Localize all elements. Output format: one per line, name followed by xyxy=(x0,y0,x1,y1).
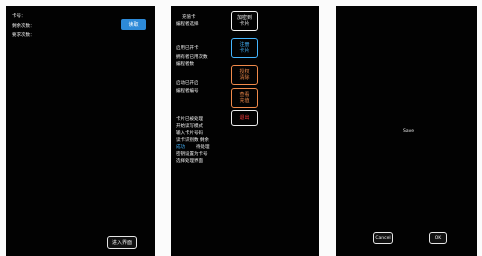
cancel-button[interactable]: Cancel xyxy=(373,232,393,244)
screen-save-dialog: Save Cancel OK xyxy=(336,6,477,256)
save-message: Save xyxy=(403,129,415,134)
info-line: 待处理 xyxy=(196,145,210,150)
info-line: 读卡识别数 剩余 xyxy=(176,138,209,143)
info-line: 卡片已被处理 xyxy=(176,117,203,122)
info-line: 密钥设置为卡号 xyxy=(176,152,208,157)
info-line: 编程者数 xyxy=(176,62,194,67)
info-line: 编程者选择 xyxy=(176,22,199,27)
info-line: 启用已开卡 xyxy=(176,46,199,51)
ok-button[interactable]: OK xyxy=(429,232,447,244)
screen-read-card: 卡号： 剩余次数： 要求次数： 读取 进入界面 xyxy=(6,6,155,256)
remaining-count-label: 剩余次数： xyxy=(12,24,35,29)
info-line-highlight: 成功 xyxy=(176,145,185,150)
read-button[interactable]: 读取 xyxy=(121,19,146,30)
info-line: 选择处理界面 xyxy=(176,159,203,164)
info-line: 启动已开启 xyxy=(176,81,199,86)
view-recharge-button[interactable]: 查看 充值 xyxy=(231,88,258,108)
info-line: 开始读写模式 xyxy=(176,124,203,129)
screen-card-menu: 充值卡 编程者选择 启用已开卡 拥有者已用次数 编程者数 启动已开启 编程者编号… xyxy=(171,6,319,256)
info-line: 编程者编号 xyxy=(176,89,199,94)
info-line: 输入卡片号码 xyxy=(176,131,203,136)
enter-interface-button[interactable]: 进入界面 xyxy=(107,236,137,249)
clear-auth-button[interactable]: 授权 清除 xyxy=(231,65,258,85)
required-count-label: 要求次数： xyxy=(12,33,35,38)
register-card-button[interactable]: 注册 卡片 xyxy=(231,38,258,58)
encrypt-card-button[interactable]: 加密到 卡片 xyxy=(231,11,258,31)
card-number-label: 卡号： xyxy=(12,14,26,19)
info-line: 拥有者已用次数 xyxy=(176,55,208,60)
exit-button[interactable]: 退出 xyxy=(231,110,258,126)
info-line: 充值卡 xyxy=(182,15,196,20)
